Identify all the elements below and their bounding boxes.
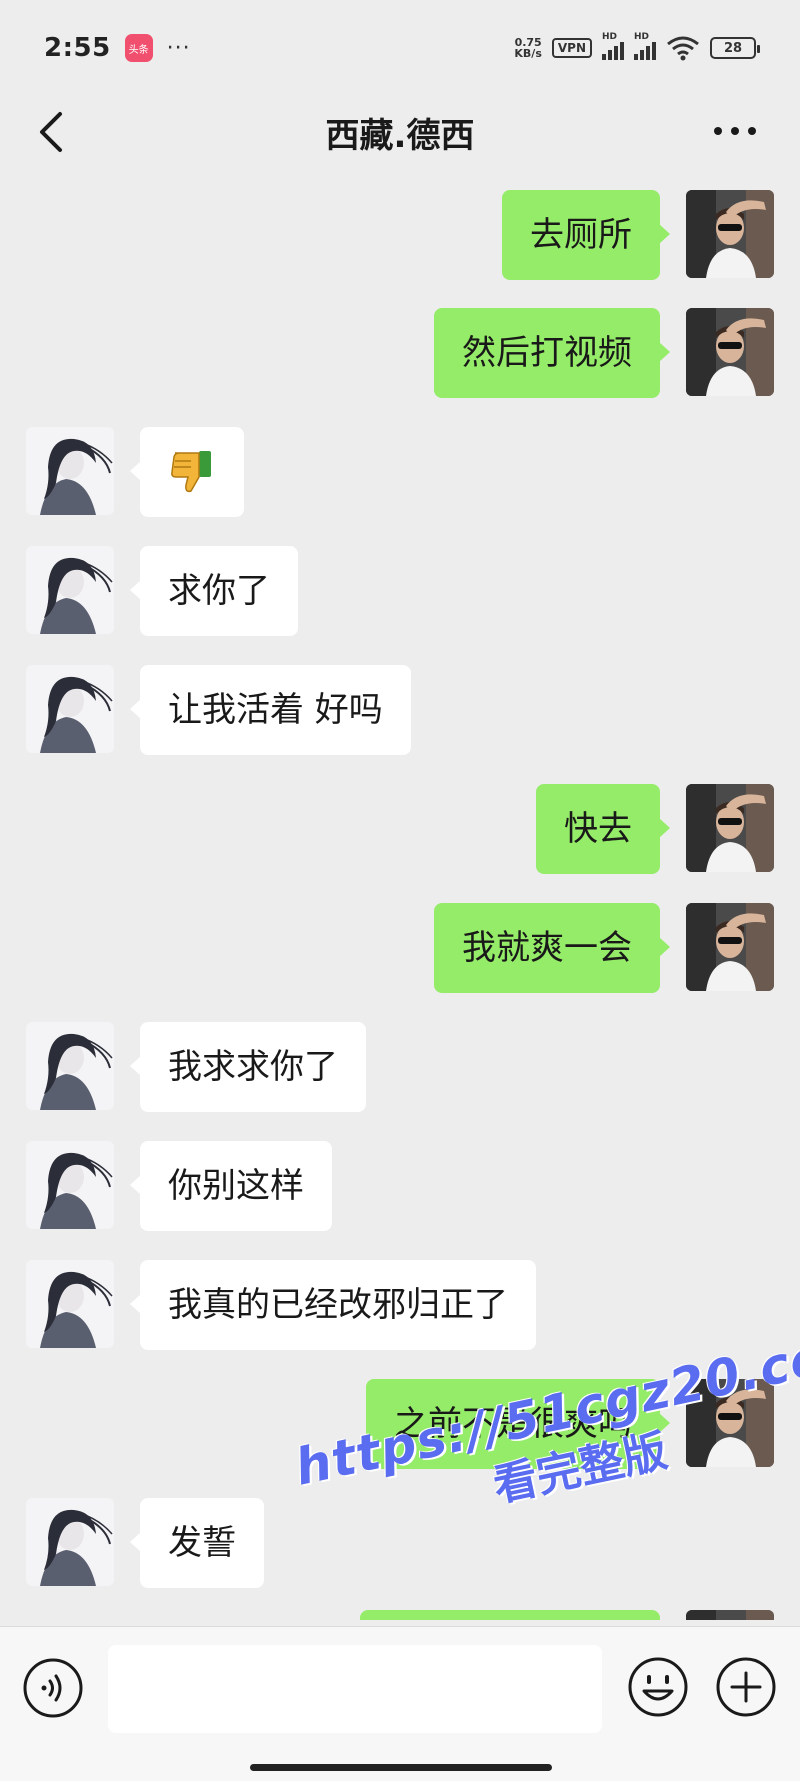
vpn-icon: VPN [551,38,592,58]
signal-2-icon: HD [634,32,656,60]
self-avatar[interactable] [686,1610,774,1620]
message-bubble[interactable]: 发誓 [130,1498,264,1588]
message-row: 我真的已经改邪归正了 [0,1250,800,1350]
status-bar: 2:55 头条 ··· 0.75 KB/s VPN HD HD 28 [0,0,800,96]
status-icons: 0.75 KB/s VPN HD HD 28 [514,32,760,61]
status-time: 2:55 [44,33,111,63]
self-avatar[interactable] [686,1379,774,1467]
message-bubble[interactable]: 去厕所 [502,190,670,280]
message-row: 我求求你了 [0,1012,800,1112]
message-row [0,417,800,517]
contact-avatar[interactable] [26,665,114,753]
message-row: 让我活着 好吗 [0,655,800,755]
message-bubble[interactable]: 我求求你了 [130,1022,366,1112]
self-avatar[interactable] [686,784,774,872]
message-bubble[interactable]: 之前不是很爽吗 [366,1379,670,1469]
status-more-indicator: ··· [166,35,191,61]
message-row: 去厕所 [0,180,800,280]
message-row: 求你了 [0,536,800,636]
message-bubble[interactable]: 你别这样 [130,1141,332,1231]
message-bubble[interactable]: 然后打视频 [434,308,670,398]
voice-input-icon[interactable] [22,1657,84,1719]
chat-title: 西藏.德西 [325,115,475,156]
message-row: 我就爽一会 [0,893,800,993]
chat-header: 西藏.德西 [0,96,800,168]
message-row-partial [0,1600,800,1620]
message-bubble[interactable]: 我就爽一会 [434,903,670,993]
contact-avatar[interactable] [26,1498,114,1586]
signal-1-icon: HD [602,32,624,60]
message-bubble-partial[interactable] [360,1610,660,1620]
contact-avatar[interactable] [26,546,114,634]
emoji-icon[interactable] [626,1655,690,1719]
network-speed: 0.75 KB/s [514,36,542,60]
message-input[interactable] [108,1645,602,1733]
home-indicator[interactable] [250,1764,552,1771]
message-list[interactable]: 去厕所 然后打视频 求你了 让我活着 好吗 快去 我就爽一会 我求求你了 你别这… [0,180,800,1620]
app-notification-badge: 头条 [124,34,153,62]
message-bubble[interactable]: 快去 [536,784,670,874]
contact-avatar[interactable] [26,427,114,515]
message-row: 你别这样 [0,1131,800,1231]
more-options-icon[interactable] [710,116,760,146]
self-avatar[interactable] [686,903,774,991]
self-avatar[interactable] [686,190,774,278]
message-bubble[interactable] [130,427,244,517]
message-row: 然后打视频 [0,298,800,398]
self-avatar[interactable] [686,308,774,396]
message-row: 发誓 [0,1488,800,1588]
message-bubble[interactable]: 让我活着 好吗 [130,665,411,755]
contact-avatar[interactable] [26,1260,114,1348]
contact-avatar[interactable] [26,1141,114,1229]
message-row: 之前不是很爽吗 [0,1369,800,1469]
battery-icon: 28 [710,37,760,59]
back-arrow-icon[interactable] [34,110,74,154]
message-bubble[interactable]: 求你了 [130,546,298,636]
input-bar [0,1626,800,1781]
message-bubble[interactable]: 我真的已经改邪归正了 [130,1260,536,1350]
message-row: 快去 [0,774,800,874]
add-more-icon[interactable] [714,1655,778,1719]
contact-avatar[interactable] [26,1022,114,1110]
thumbs-down-icon [171,451,211,493]
wifi-icon [667,36,699,61]
